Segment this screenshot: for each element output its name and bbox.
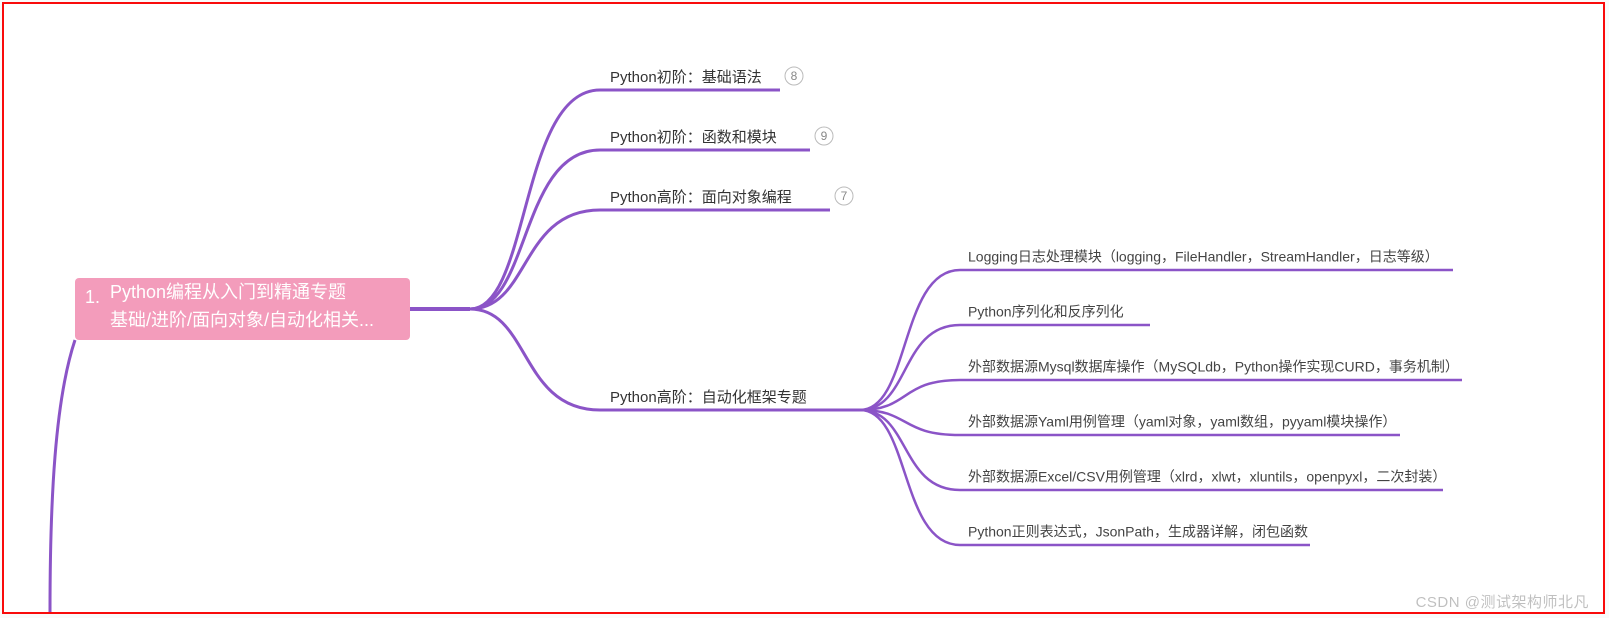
root-line1: Python编程从入门到精通专题	[110, 282, 346, 302]
branch-3-child-0[interactable]: Logging日志处理模块（logging，FileHandler，Stream…	[860, 249, 1453, 410]
child-label: 外部数据源Mysql数据库操作（MySQLdb，Python操作实现CURD，事…	[968, 359, 1459, 375]
mindmap-canvas: 1. Python编程从入门到精通专题 基础/进阶/面向对象/自动化相关... …	[0, 0, 1609, 618]
root-line2: 基础/进阶/面向对象/自动化相关...	[110, 310, 374, 330]
branch-3-child-3[interactable]: 外部数据源Yaml用例管理（yaml对象，yaml数组，pyyaml模块操作）	[860, 410, 1400, 435]
child-label: 外部数据源Excel/CSV用例管理（xlrd，xlwt，xluntils，op…	[968, 469, 1446, 485]
root-node[interactable]: 1. Python编程从入门到精通专题 基础/进阶/面向对象/自动化相关...	[75, 278, 410, 340]
branch-1-badge: 9	[821, 129, 828, 143]
branch-3-child-2[interactable]: 外部数据源Mysql数据库操作（MySQLdb，Python操作实现CURD，事…	[860, 359, 1462, 410]
root-prefix: 1.	[85, 287, 100, 307]
branch-3-child-1[interactable]: Python序列化和反序列化	[860, 304, 1150, 410]
branch-0-badge: 8	[791, 69, 798, 83]
branch-3-label: Python高阶：自动化框架专题	[610, 389, 807, 406]
child-label: Logging日志处理模块（logging，FileHandler，Stream…	[968, 249, 1439, 265]
branch-0-label: Python初阶：基础语法	[610, 69, 762, 86]
tail-branch	[50, 340, 75, 612]
child-label: Python正则表达式，JsonPath，生成器详解，闭包函数	[968, 524, 1308, 540]
branch-3[interactable]: Python高阶：自动化框架专题	[470, 309, 860, 410]
branch-2-badge: 7	[841, 189, 848, 203]
child-label: Python序列化和反序列化	[968, 304, 1124, 320]
branch-2-label: Python高阶：面向对象编程	[610, 189, 792, 206]
branch-1[interactable]: Python初阶：函数和模块 9	[470, 127, 833, 309]
child-label: 外部数据源Yaml用例管理（yaml对象，yaml数组，pyyaml模块操作）	[968, 414, 1396, 430]
branch-1-label: Python初阶：函数和模块	[610, 129, 777, 146]
watermark-text: CSDN @测试架构师北凡	[1416, 591, 1589, 612]
